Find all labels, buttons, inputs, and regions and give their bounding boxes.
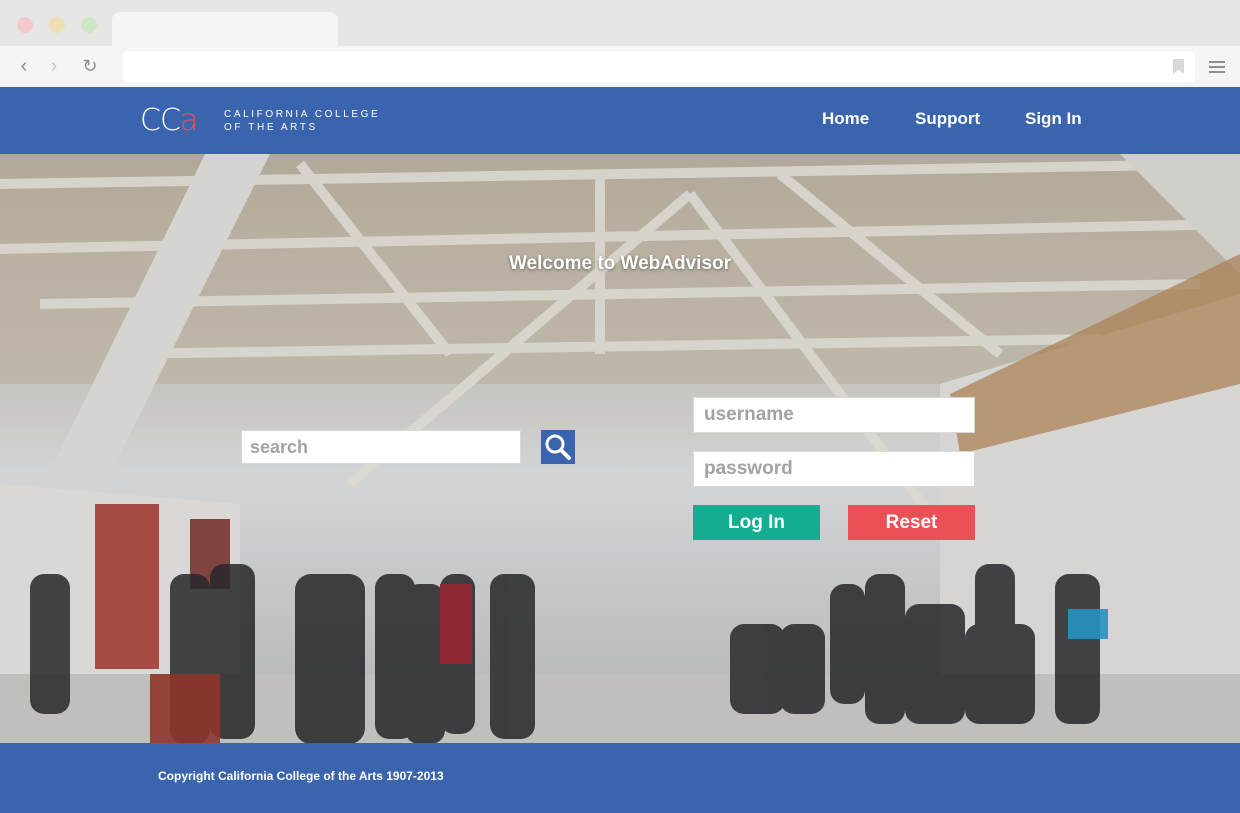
reset-button[interactable]: Reset [848, 505, 975, 540]
logo-line-2: OF THE ARTS [224, 122, 318, 133]
username-field[interactable] [693, 397, 975, 433]
logo-accent: a [179, 103, 198, 138]
login-button[interactable]: Log In [693, 505, 820, 540]
password-field[interactable] [693, 451, 975, 487]
copyright-text: Copyright California College of the Arts… [158, 769, 444, 783]
logo-wordmark: CALIFORNIA COLLEGE OF THE ARTS [224, 108, 414, 134]
search-input[interactable] [241, 430, 521, 464]
window-close-dot[interactable] [17, 17, 33, 33]
logo-letters: CC [140, 103, 181, 138]
nav-sign-in[interactable]: Sign In [1025, 108, 1082, 130]
cca-logo[interactable]: CCa [140, 103, 198, 138]
browser-tab[interactable] [112, 12, 338, 48]
site-header: CCa CALIFORNIA COLLEGE OF THE ARTS Home … [0, 87, 1240, 154]
hamburger-menu-icon[interactable] [1209, 61, 1225, 76]
back-icon[interactable]: ‹ [14, 55, 34, 77]
search-icon [545, 434, 571, 460]
campus-hall-photo [0, 154, 1240, 743]
window-zoom-dot[interactable] [81, 17, 97, 33]
search-button[interactable] [541, 430, 575, 464]
reload-icon[interactable]: ↻ [80, 55, 100, 77]
welcome-heading: Welcome to WebAdvisor [508, 253, 732, 274]
browser-chrome: ‹ › ↻ [0, 0, 1240, 87]
window-minimize-dot[interactable] [49, 17, 65, 33]
forward-icon[interactable]: › [44, 55, 64, 77]
nav-support[interactable]: Support [915, 108, 980, 130]
logo-line-1: CALIFORNIA COLLEGE [224, 109, 381, 120]
address-bar[interactable] [123, 51, 1195, 82]
site-footer: Copyright California College of the Arts… [0, 743, 1240, 813]
nav-home[interactable]: Home [822, 108, 869, 130]
hero-photo: Welcome to WebAdvisor Log In Reset [0, 154, 1240, 743]
webpage: CCa CALIFORNIA COLLEGE OF THE ARTS Home … [0, 87, 1240, 813]
